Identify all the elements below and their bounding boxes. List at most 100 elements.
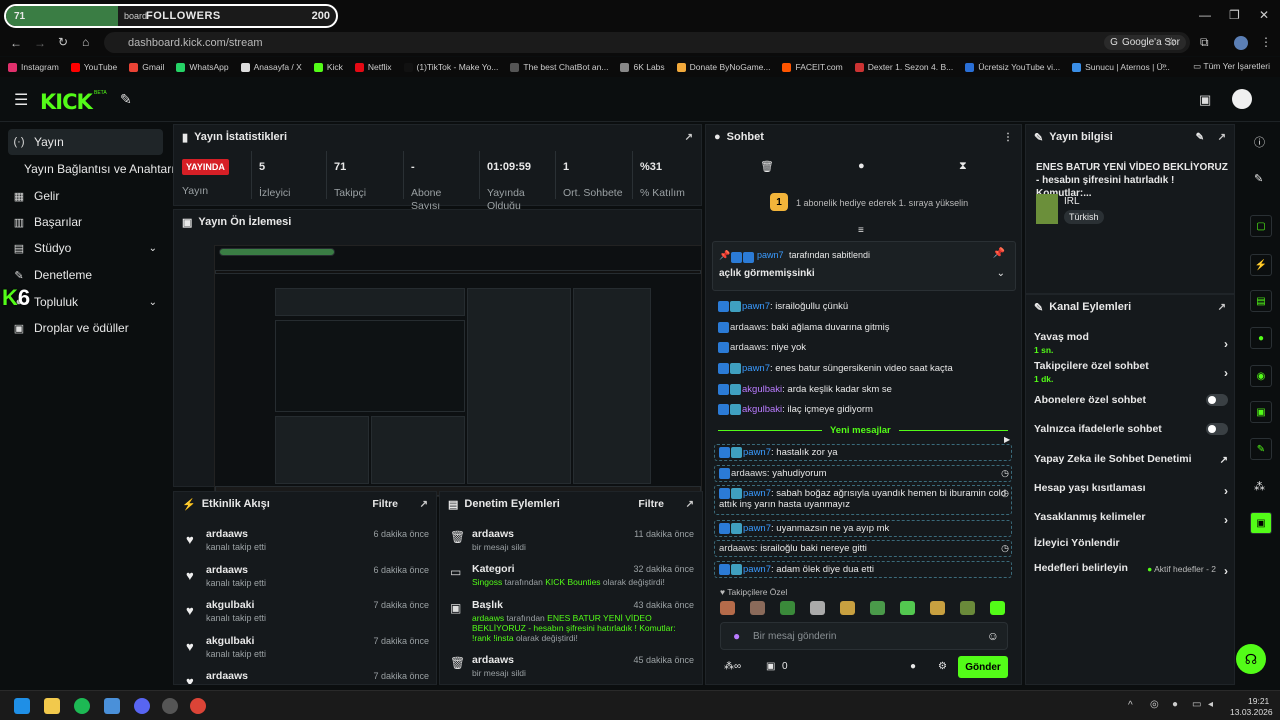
rail-apps-icon[interactable]: ⁂ bbox=[1254, 480, 1265, 493]
activity-item[interactable]: ♥ akgulbaki kanalı takip etti 7 dakika önce bbox=[184, 599, 429, 633]
close-icon[interactable]: ✕ bbox=[1259, 8, 1269, 22]
channel-action-row[interactable]: Hesap yaşı kısıtlaması › bbox=[1034, 482, 1228, 498]
chevron-right-icon[interactable]: › bbox=[1224, 564, 1228, 578]
popout-icon[interactable]: ↗ bbox=[686, 499, 694, 510]
headset-icon[interactable]: ◎ bbox=[1150, 699, 1159, 710]
info-icon[interactable]: ⓘ bbox=[1254, 134, 1265, 150]
mic-icon[interactable]: ● bbox=[733, 629, 740, 643]
play-icon[interactable]: ▶ bbox=[1004, 435, 1010, 444]
external-link-icon[interactable]: ↗ bbox=[1220, 455, 1228, 466]
rail-wallet-icon[interactable]: ▣ bbox=[1250, 401, 1272, 423]
moderation-item[interactable]: 🗑 ardaaws 45 dakika önce bir mesajı sildi bbox=[448, 654, 694, 684]
bookmark-item[interactable]: Dexter 1. Sezon 4. B... bbox=[854, 62, 953, 72]
url-field[interactable]: dashboard.kick.com/stream G Google'a Sor bbox=[104, 32, 1190, 53]
chat-username[interactable]: ardaaws bbox=[730, 342, 766, 353]
bookmark-item[interactable]: 6K Labs bbox=[620, 62, 665, 72]
rail-wrench-icon[interactable]: ✎ bbox=[1250, 438, 1272, 460]
bookmark-item[interactable]: Donate ByNoGame... bbox=[676, 62, 770, 72]
rail-broadcast-icon[interactable]: ◉ bbox=[1250, 365, 1272, 387]
chat-username[interactable]: ardaaws bbox=[719, 543, 755, 554]
activity-filter-button[interactable]: Filtre bbox=[372, 498, 398, 510]
channel-action-row[interactable]: Yapay Zeka ile Sohbet Denetimi ↗ bbox=[1034, 453, 1228, 466]
bookmark-item[interactable]: Instagram bbox=[8, 62, 59, 72]
channel-action-row[interactable]: Yalnızca ifadelerle sohbet bbox=[1034, 423, 1228, 435]
chevron-down-icon[interactable]: ⌄ bbox=[149, 243, 157, 254]
stream-preview-video[interactable] bbox=[214, 245, 702, 497]
bookmark-item[interactable]: The best ChatBot an... bbox=[510, 62, 608, 72]
chevron-right-icon[interactable]: › bbox=[1224, 484, 1228, 498]
emote-icon[interactable] bbox=[930, 601, 945, 615]
chat-username[interactable]: pawn7 bbox=[743, 523, 771, 534]
more-bookmarks-icon[interactable]: » bbox=[1162, 60, 1167, 70]
timer-icon[interactable]: ⧗ bbox=[959, 160, 967, 173]
chrome-icon[interactable] bbox=[190, 698, 206, 714]
chat-username[interactable]: akgulbaki bbox=[742, 384, 782, 395]
bookmark-item[interactable]: WhatsApp bbox=[176, 62, 229, 72]
network-icon[interactable]: ▭ bbox=[1192, 699, 1201, 710]
wallet-icon[interactable]: ▣ bbox=[1199, 92, 1211, 108]
popout-icon[interactable]: ↗ bbox=[1218, 132, 1226, 143]
sidebar-item-6[interactable]: ✎ Denetleme bbox=[8, 262, 163, 288]
chat-username[interactable]: ardaaws bbox=[730, 322, 766, 333]
chevron-right-icon[interactable]: › bbox=[1224, 366, 1228, 380]
chat-message[interactable]: pawn7: sabah boğaz ağrısıyla uyandık hem… bbox=[714, 485, 1012, 515]
chat-username[interactable]: pawn7 bbox=[743, 447, 771, 458]
rail-chat-icon[interactable]: ● bbox=[1250, 327, 1272, 349]
emote-icon[interactable] bbox=[870, 601, 885, 615]
rail-doc-icon[interactable]: ▤ bbox=[1250, 290, 1272, 312]
sidebar-item-5[interactable]: ▤ Stüdyo ⌄ bbox=[8, 235, 163, 261]
back-icon[interactable]: ← bbox=[10, 36, 22, 50]
emote-icon[interactable] bbox=[900, 601, 915, 615]
chat-message[interactable]: pawn7: hastalık zor ya bbox=[714, 444, 1012, 462]
popout-icon[interactable]: ↗ bbox=[1218, 302, 1226, 313]
category-name[interactable]: IRL bbox=[1064, 196, 1080, 207]
smiley-icon[interactable]: ☺ bbox=[987, 629, 999, 643]
volume-icon[interactable]: ◂ bbox=[1208, 699, 1213, 710]
toggle-switch[interactable] bbox=[1206, 423, 1228, 435]
chat-message[interactable]: ardaaws: yahudiyorum ◷ bbox=[714, 465, 1012, 483]
chevron-right-icon[interactable]: › bbox=[1224, 337, 1228, 351]
hamburger-menu-icon[interactable]: ☰ bbox=[14, 90, 28, 110]
tray-chevron-icon[interactable]: ^ bbox=[1128, 700, 1133, 711]
moderation-item[interactable]: 🗑 ardaaws 11 dakika önce bir mesajı sildi bbox=[448, 528, 694, 562]
bookmark-item[interactable]: Netflix bbox=[354, 62, 392, 72]
emote-icon[interactable] bbox=[960, 601, 975, 615]
bookmark-item[interactable]: Sunucu | Aternos | Ü... bbox=[1072, 62, 1170, 72]
rail-clip-icon[interactable]: ▢ bbox=[1250, 215, 1272, 237]
bookmark-item[interactable]: Kick bbox=[313, 62, 343, 72]
home-icon[interactable]: ⌂ bbox=[82, 35, 89, 49]
chat-message[interactable]: akgulbaki: arda keşlik kadar skm se bbox=[714, 382, 1012, 397]
message-action-icon[interactable]: ◷ bbox=[1001, 468, 1009, 479]
all-bookmarks[interactable]: ▭ Tüm Yer İşaretleri bbox=[1193, 61, 1270, 72]
edit-icon[interactable]: ✎ bbox=[1196, 132, 1204, 143]
chat-username[interactable]: ardaaws bbox=[731, 468, 767, 479]
user-avatar[interactable] bbox=[1232, 89, 1252, 109]
emote-icon[interactable] bbox=[990, 601, 1005, 615]
moderation-item[interactable]: ▭ Kategori 32 dakika önce Singoss tarafında… bbox=[448, 563, 694, 597]
chat-message[interactable]: ardaaws: baki ağlama duvarına gitmiş bbox=[714, 320, 1012, 335]
message-action-icon[interactable]: ◷ bbox=[1001, 543, 1009, 554]
pin-icon[interactable]: ✎ bbox=[120, 91, 132, 108]
steam-icon[interactable] bbox=[162, 698, 178, 714]
channel-action-row[interactable]: İzleyici Yönlendir bbox=[1034, 537, 1228, 549]
activity-item[interactable]: ♥ akgulbaki kanalı takip etti 7 dakika önce bbox=[184, 635, 429, 669]
channel-action-row[interactable]: Abonelere özel sohbet bbox=[1034, 394, 1228, 406]
toggle-switch[interactable] bbox=[1206, 394, 1228, 406]
minimize-icon[interactable]: — bbox=[1199, 8, 1211, 22]
mic-tray-icon[interactable]: ● bbox=[1172, 699, 1178, 710]
moderation-item[interactable]: ▣ Başlık 43 dakika önce ardaaws tarafından … bbox=[448, 599, 694, 643]
chat-message[interactable]: pawn7: israiloğullu çünkü bbox=[714, 299, 1012, 314]
spotify-icon[interactable] bbox=[74, 698, 90, 714]
bookmark-item[interactable]: Ücretsiz YouTube vi... bbox=[965, 62, 1060, 72]
emote-icon[interactable] bbox=[750, 601, 765, 615]
chat-bubble-icon[interactable]: ● bbox=[910, 661, 916, 672]
chat-username[interactable]: pawn7 bbox=[743, 564, 771, 575]
chat-menu-icon[interactable]: ⋮ bbox=[1003, 132, 1013, 143]
extensions-icon[interactable]: ⧉ bbox=[1200, 35, 1209, 50]
sidebar-item-2[interactable]: Yayın Bağlantısı ve Anahtarı bbox=[8, 156, 175, 182]
start-icon[interactable] bbox=[14, 698, 30, 714]
kick-logo[interactable]: KICK bbox=[40, 90, 93, 114]
rail-game-icon[interactable]: ▣ bbox=[1250, 512, 1272, 534]
chevron-down-icon[interactable]: ⌄ bbox=[149, 297, 157, 308]
activity-item[interactable]: ♥ ardaaws kanalı takip etti 6 dakika önce bbox=[184, 564, 429, 598]
